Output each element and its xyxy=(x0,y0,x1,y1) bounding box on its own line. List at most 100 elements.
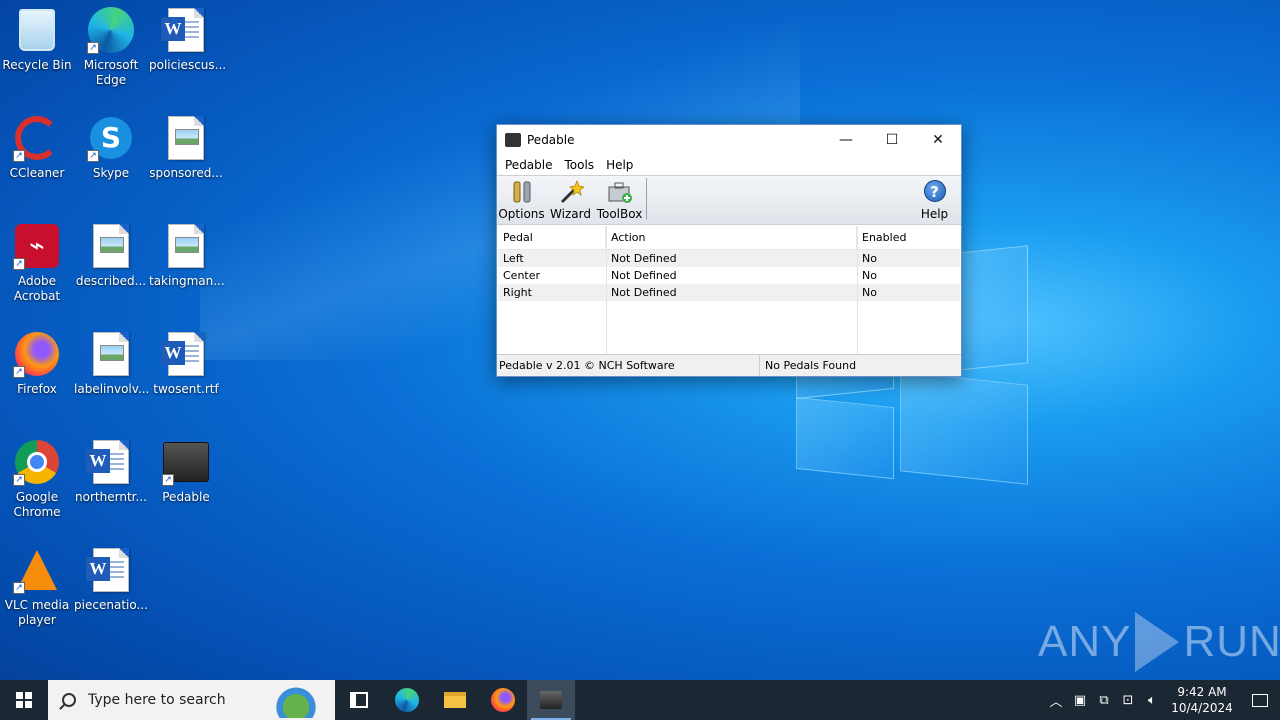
recycle-bin-icon xyxy=(13,6,61,54)
column-header-pedal[interactable]: Pedal xyxy=(498,226,606,249)
pedable-tray-icon[interactable]: ▣ xyxy=(1068,680,1092,720)
help-button[interactable]: ? Help xyxy=(910,176,959,224)
start-button[interactable] xyxy=(0,680,48,720)
desktop-icon-label: takingman... xyxy=(149,274,225,288)
list-row[interactable]: Right Not Defined No xyxy=(498,284,960,301)
pedable-icon: ↗ xyxy=(162,438,210,486)
task-view-icon xyxy=(350,692,368,708)
folder-icon xyxy=(444,692,466,708)
desktop-icon-acrobat[interactable]: ⌁ ↗ Adobe Acrobat xyxy=(0,222,74,304)
pedable-window: Pedable — ☐ ✕ Pedable Tools Help Options… xyxy=(496,124,962,377)
network-icon[interactable]: ⊡ xyxy=(1116,680,1140,720)
desktop-icon-pedable[interactable]: ↗ Pedable xyxy=(149,438,223,505)
windows-logo-icon xyxy=(16,692,32,708)
taskbar-edge[interactable] xyxy=(383,680,431,720)
desktop-icon-piecenatio[interactable]: W piecenatio... xyxy=(74,546,148,613)
taskbar-search[interactable]: Type here to search xyxy=(48,680,335,720)
system-tray: ︿ ▣ ⧉ ⊡ 🔈︎ 9:42 AM 10/4/2024 xyxy=(1044,680,1280,720)
desktop-icon-edge[interactable]: ↗ Microsoft Edge xyxy=(74,6,148,88)
search-icon xyxy=(62,693,76,707)
search-placeholder: Type here to search xyxy=(88,692,226,708)
toolbox-icon xyxy=(607,180,633,204)
chrome-icon: ↗ xyxy=(13,438,61,486)
desktop-icon-label: twosent.rtf xyxy=(153,382,219,396)
wizard-wand-icon xyxy=(558,180,585,204)
list-header: Pedal Action Enabled xyxy=(498,226,960,250)
word-doc-icon: W xyxy=(86,546,135,594)
desktop-icon-label: northerntr... xyxy=(75,490,147,504)
action-cell: Not Defined xyxy=(611,286,677,299)
status-bar: Pedable v 2.01 © NCH Software No Pedals … xyxy=(497,354,961,376)
desktop-icon-label: Pedable xyxy=(162,490,210,504)
toolbar: Options Wizard ToolBox ? Help xyxy=(497,175,961,225)
desktop-icon-label: piecenatio... xyxy=(74,598,148,612)
pedable-app-icon xyxy=(505,133,521,147)
volume-icon[interactable]: 🔈︎ xyxy=(1140,680,1164,720)
desktop-icon-recycle-bin[interactable]: Recycle Bin xyxy=(0,6,74,73)
shortcut-arrow-icon: ↗ xyxy=(13,258,25,270)
minimize-button[interactable]: — xyxy=(823,125,869,155)
anyrun-watermark: ANY RUN xyxy=(1038,612,1280,672)
desktop-icon-label: Skype xyxy=(92,166,130,180)
help-question-icon: ? xyxy=(922,180,948,204)
notification-center-button[interactable] xyxy=(1240,680,1280,720)
taskbar: Type here to search ︿ ▣ ⧉ ⊡ 🔈︎ 9:42 AM 1… xyxy=(0,680,1280,720)
desktop-icon-northerntr[interactable]: W northerntr... xyxy=(74,438,148,505)
enabled-cell: No xyxy=(862,286,877,299)
desktop-icon-skype[interactable]: S ↗ Skype xyxy=(74,114,148,181)
desktop-icon-label: policiescus... xyxy=(149,58,227,72)
shortcut-arrow-icon: ↗ xyxy=(87,150,99,162)
acrobat-icon: ⌁ ↗ xyxy=(13,222,61,270)
pedal-cell: Right xyxy=(503,286,532,299)
image-doc-icon xyxy=(162,222,210,270)
task-view-button[interactable] xyxy=(335,680,383,720)
action-cell: Not Defined xyxy=(611,252,677,265)
show-hidden-icons-chevron-icon[interactable]: ︿ xyxy=(1044,680,1068,720)
skype-icon: S ↗ xyxy=(87,114,135,162)
clock[interactable]: 9:42 AM 10/4/2024 xyxy=(1170,684,1234,716)
desktop-icon-labelinvolv[interactable]: labelinvolv... xyxy=(74,330,150,397)
title-bar[interactable]: Pedable — ☐ ✕ xyxy=(497,125,961,155)
taskbar-file-explorer[interactable] xyxy=(431,680,479,720)
menu-tools[interactable]: Tools xyxy=(559,158,601,172)
desktop-icon-label: Google Chrome xyxy=(13,490,61,519)
meet-now-icon[interactable]: ⧉ xyxy=(1092,680,1116,720)
desktop-icon-policiescus[interactable]: W policiescus... xyxy=(149,6,227,73)
desktop-icon-described[interactable]: described... xyxy=(74,222,148,289)
taskbar-firefox[interactable] xyxy=(479,680,527,720)
menu-pedable[interactable]: Pedable xyxy=(499,158,559,172)
help-label: Help xyxy=(920,207,949,221)
desktop-icon-label: CCleaner xyxy=(9,166,65,180)
menu-help[interactable]: Help xyxy=(600,158,639,172)
wizard-label: Wizard xyxy=(550,207,591,221)
pedal-cell: Center xyxy=(503,269,541,282)
column-header-action[interactable]: Action xyxy=(606,226,857,249)
desktop-icon-label: labelinvolv... xyxy=(74,382,150,396)
options-button[interactable]: Options xyxy=(497,176,546,224)
desktop-icon-ccleaner[interactable]: ↗ CCleaner xyxy=(0,114,74,181)
maximize-button[interactable]: ☐ xyxy=(869,125,915,155)
options-wrench-icon xyxy=(509,180,535,204)
desktop-icon-chrome[interactable]: ↗ Google Chrome xyxy=(0,438,74,520)
desktop-icon-twosent[interactable]: W twosent.rtf xyxy=(149,330,223,397)
desktop-icon-vlc[interactable]: ↗ VLC media player xyxy=(0,546,74,628)
desktop-icon-takingman[interactable]: takingman... xyxy=(149,222,225,289)
desktop-icon-sponsored[interactable]: sponsored... xyxy=(149,114,223,181)
list-row[interactable]: Center Not Defined No xyxy=(498,267,960,284)
watermark-left: ANY xyxy=(1038,617,1132,666)
list-row[interactable]: Left Not Defined No xyxy=(498,250,960,267)
desktop-icon-label: Microsoft Edge xyxy=(83,58,139,87)
ccleaner-icon: ↗ xyxy=(13,114,61,162)
close-button[interactable]: ✕ xyxy=(915,125,961,155)
desktop-icon-firefox[interactable]: ↗ Firefox xyxy=(0,330,74,397)
window-title: Pedable xyxy=(527,133,575,147)
image-doc-icon xyxy=(87,222,135,270)
column-header-enabled[interactable]: Enabled xyxy=(857,226,958,249)
toolbox-button[interactable]: ToolBox xyxy=(595,176,644,224)
desktop-icon-label: described... xyxy=(75,274,147,288)
taskbar-pedable[interactable] xyxy=(527,680,575,720)
wizard-button[interactable]: Wizard xyxy=(546,176,595,224)
toolbar-separator xyxy=(646,178,647,220)
clock-time: 9:42 AM xyxy=(1177,685,1227,699)
status-pedals: No Pedals Found xyxy=(765,359,857,372)
